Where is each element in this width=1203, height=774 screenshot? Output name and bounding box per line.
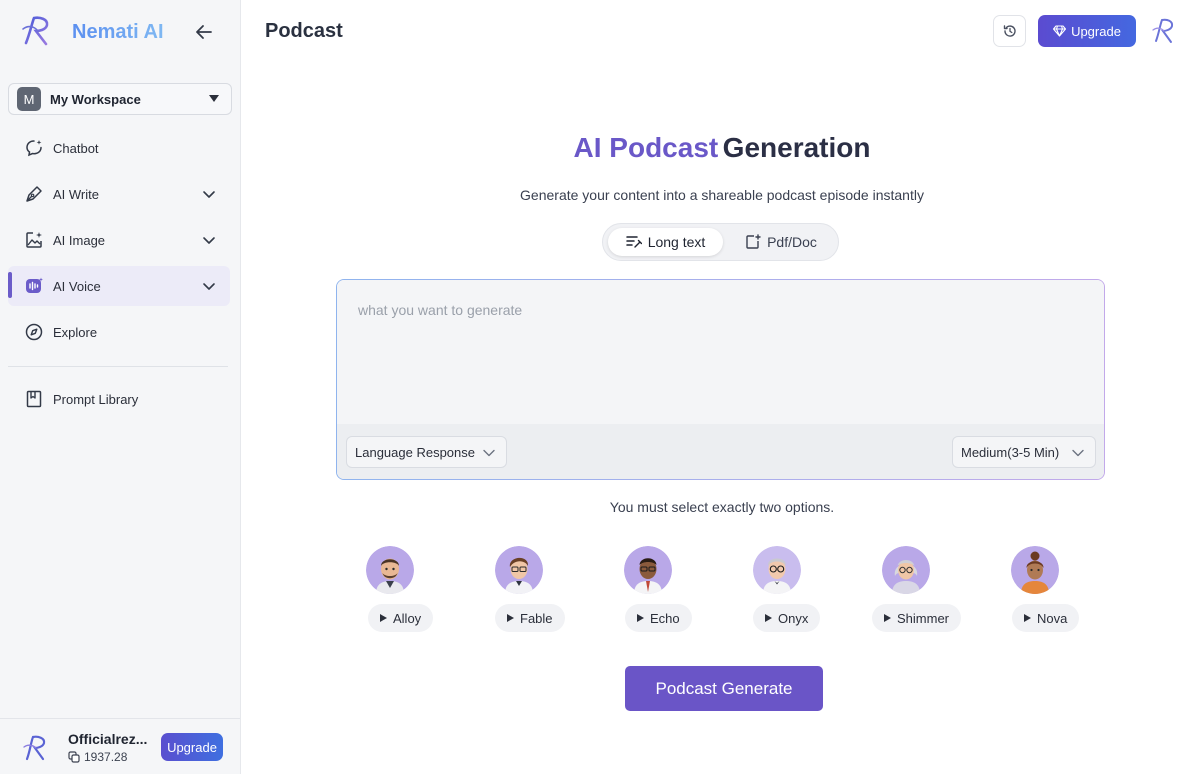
sidebar-item-label: AI Image [53, 232, 106, 248]
profile-logo-icon[interactable] [1151, 17, 1177, 45]
sidebar-upgrade-button[interactable]: Upgrade [161, 733, 223, 761]
tab-label: Long text [647, 234, 706, 250]
sidebar-item-prompt-library[interactable]: Prompt Library [8, 379, 230, 419]
chevron-down-icon [203, 283, 215, 290]
user-profile: Officialrez... 1937.28 Upgrade [0, 718, 240, 774]
voice-option-echo: Echo [624, 546, 692, 632]
credits-value: 1937.28 [84, 750, 128, 764]
voice-wave-icon [24, 276, 44, 296]
language-select[interactable]: Language Response [346, 436, 507, 468]
tab-long-text[interactable]: Long text [608, 228, 723, 256]
sidebar-item-label: Chatbot [53, 140, 99, 156]
voice-play-shimmer-button[interactable]: Shimmer [872, 604, 962, 632]
brand-logo-icon [22, 16, 49, 46]
voice-name: Shimmer [897, 610, 950, 626]
voice-play-onyx-button[interactable]: Onyx [753, 604, 821, 632]
user-avatar-logo-icon[interactable] [22, 733, 50, 763]
prompt-card-footer: Language Response Medium(3-5 Min) [337, 424, 1104, 479]
prompt-card-inner: Language Response Medium(3-5 Min) [337, 280, 1104, 479]
history-button[interactable] [993, 15, 1026, 47]
language-select-value: Language Response [355, 444, 475, 460]
sidebar-item-explore[interactable]: Explore [8, 312, 230, 352]
length-select-value: Medium(3-5 Min) [961, 444, 1060, 460]
voice-play-echo-button[interactable]: Echo [625, 604, 692, 632]
voice-option-shimmer: Shimmer [872, 546, 962, 632]
voice-name: Echo [650, 610, 680, 626]
header-upgrade-label: Upgrade [1071, 23, 1121, 39]
voice-option-onyx: Onyx [753, 546, 821, 632]
chevron-down-icon [483, 449, 495, 457]
pen-icon [24, 184, 44, 204]
text-lines-icon [625, 236, 642, 248]
voice-avatar-fable[interactable] [495, 546, 543, 594]
voice-avatar-shimmer[interactable] [882, 546, 930, 594]
sidebar-item-label: AI Voice [53, 278, 101, 294]
chevron-down-icon [203, 237, 215, 244]
user-credits: 1937.28 [68, 750, 127, 764]
play-icon [507, 614, 514, 622]
diamond-icon [1053, 25, 1067, 37]
brand-name: Nemati AI [72, 21, 164, 43]
sidebar-item-ai-image[interactable]: AI Image [8, 220, 230, 260]
voice-play-fable-button[interactable]: Fable [495, 604, 565, 632]
voice-name: Alloy [393, 610, 422, 626]
workspace-selector[interactable]: M My Workspace [8, 83, 232, 115]
caret-down-icon [209, 95, 219, 102]
selection-hint: You must select exactly two options. [609, 499, 835, 515]
chevron-down-icon [1072, 449, 1084, 457]
doc-add-icon [746, 234, 761, 249]
workspace-avatar: M [17, 87, 41, 111]
voice-avatar-onyx[interactable] [753, 546, 801, 594]
voice-avatar-alloy[interactable] [366, 546, 414, 594]
hero-subtitle: Generate your content into a shareable p… [520, 187, 924, 203]
play-icon [884, 614, 891, 622]
voice-option-nova: Nova [1011, 546, 1080, 632]
tab-label: Pdf/Doc [767, 234, 817, 250]
podcast-generate-button[interactable]: Podcast Generate [625, 666, 823, 711]
hero-title-rest: Generation [722, 132, 871, 163]
workspace-name: My Workspace [50, 91, 141, 107]
voice-option-fable: Fable [495, 546, 565, 632]
history-icon [1003, 25, 1016, 37]
play-icon [1024, 614, 1031, 622]
chevron-down-icon [203, 191, 215, 198]
user-name: Officialrez... [68, 731, 148, 747]
bookmark-book-icon [24, 389, 44, 409]
play-icon [637, 614, 644, 622]
voice-name: Fable [520, 610, 553, 626]
voice-play-nova-button[interactable]: Nova [1012, 604, 1080, 632]
chat-sparkle-icon [24, 138, 44, 158]
sidebar-nav: Chatbot AI Write AI Image AI Voice Explo… [8, 128, 230, 358]
collapse-sidebar-icon[interactable] [192, 20, 216, 44]
prompt-input[interactable] [337, 280, 1104, 424]
sidebar-item-label: Explore [53, 324, 98, 340]
prompt-library-label: Prompt Library [53, 391, 139, 407]
voice-option-alloy: Alloy [366, 546, 434, 632]
play-icon [380, 614, 387, 622]
voice-avatar-echo[interactable] [624, 546, 672, 594]
input-mode-toggle: Long text Pdf/Doc [602, 223, 839, 261]
compass-icon [24, 322, 44, 342]
coins-icon [68, 751, 80, 763]
hero-title-accent: AI Podcast [573, 132, 719, 163]
voice-name: Onyx [778, 610, 809, 626]
prompt-card: Language Response Medium(3-5 Min) [336, 279, 1105, 480]
page-title: Podcast [265, 20, 343, 42]
sidebar: Nemati AI M My Workspace Chatbot AI Writ… [0, 0, 241, 774]
image-sparkle-icon [24, 230, 44, 250]
brand[interactable]: Nemati AI [20, 12, 164, 50]
tab-pdf-doc[interactable]: Pdf/Doc [731, 228, 831, 256]
header-upgrade-button[interactable]: Upgrade [1038, 15, 1136, 47]
voice-name: Nova [1037, 610, 1068, 626]
play-icon [765, 614, 772, 622]
sidebar-item-ai-voice[interactable]: AI Voice [8, 266, 230, 306]
length-select[interactable]: Medium(3-5 Min) [952, 436, 1096, 468]
hero-title: AI Podcast Generation [241, 132, 1203, 164]
sidebar-item-chatbot[interactable]: Chatbot [8, 128, 230, 168]
sidebar-item-label: AI Write [53, 186, 99, 202]
sidebar-item-ai-write[interactable]: AI Write [8, 174, 230, 214]
sidebar-divider [8, 366, 228, 367]
voice-play-alloy-button[interactable]: Alloy [368, 604, 434, 632]
voice-avatar-nova[interactable] [1011, 546, 1059, 594]
